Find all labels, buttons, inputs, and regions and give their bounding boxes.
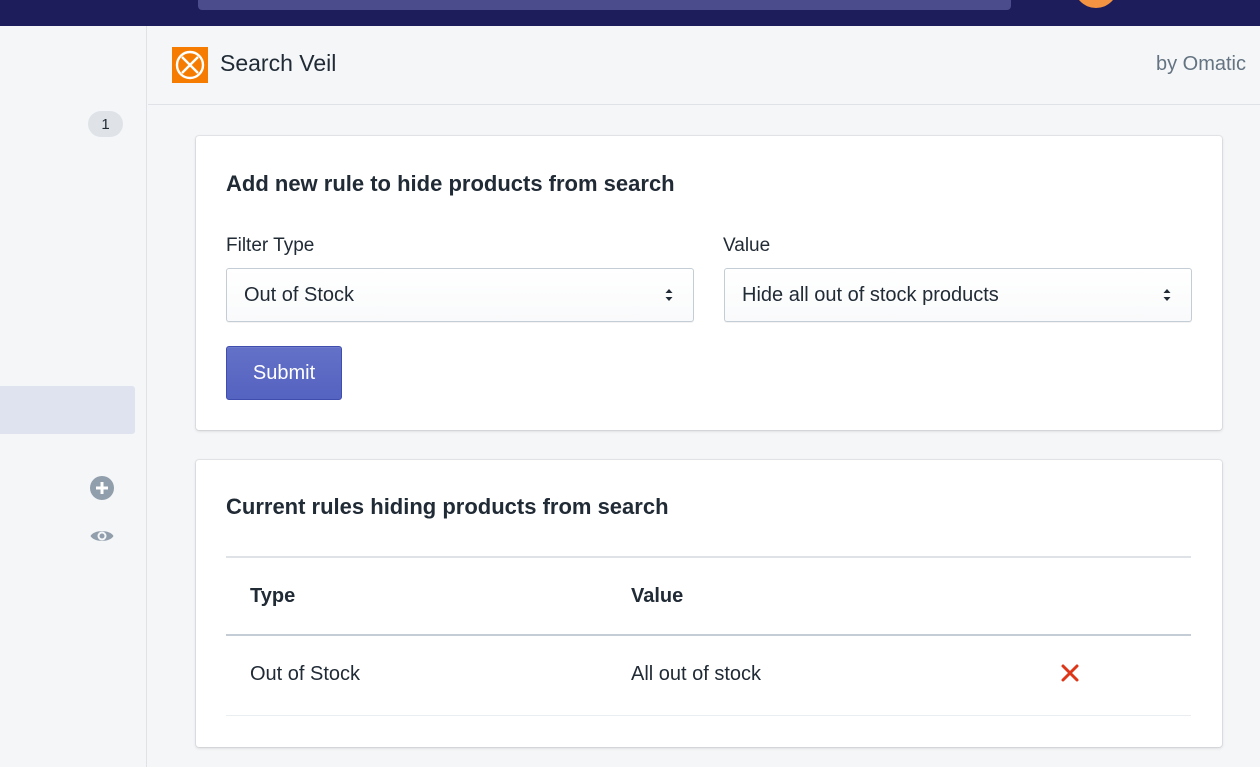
sidebar-item-active[interactable] bbox=[0, 386, 135, 434]
value-select[interactable]: Hide all out of stock products bbox=[724, 268, 1192, 322]
app-title: Search Veil bbox=[220, 50, 337, 76]
table-row: Out of Stock All out of stock bbox=[226, 636, 1191, 716]
value-select-value: Hide all out of stock products bbox=[742, 284, 999, 306]
app-logo-icon bbox=[172, 47, 208, 83]
table-header: Type Value bbox=[226, 556, 1191, 636]
filter-type-select[interactable]: Out of Stock bbox=[226, 268, 694, 322]
notification-badge: 1 bbox=[88, 111, 123, 137]
plus-circle-icon[interactable] bbox=[89, 475, 115, 501]
search-bar[interactable] bbox=[198, 0, 1011, 10]
add-rule-title: Add new rule to hide products from searc… bbox=[226, 171, 675, 196]
current-rules-title: Current rules hiding products from searc… bbox=[226, 494, 669, 519]
app-header: Search Veil by Omatic bbox=[148, 26, 1260, 105]
select-arrows-icon bbox=[663, 286, 675, 304]
eye-icon[interactable] bbox=[89, 523, 115, 549]
rule-type-cell: Out of Stock bbox=[250, 663, 361, 685]
rules-table: Type Value Out of Stock All out of stock bbox=[226, 556, 1191, 716]
select-arrows-icon bbox=[1161, 286, 1173, 304]
top-bar bbox=[0, 0, 1260, 26]
value-label: Value bbox=[723, 235, 771, 256]
add-rule-card: Add new rule to hide products from searc… bbox=[196, 136, 1222, 430]
current-rules-card: Current rules hiding products from searc… bbox=[196, 460, 1222, 747]
avatar[interactable] bbox=[1074, 0, 1118, 8]
delete-rule-icon[interactable] bbox=[1059, 662, 1081, 684]
filter-type-label: Filter Type bbox=[226, 235, 315, 256]
column-header-value: Value bbox=[631, 585, 684, 607]
rule-value-cell: All out of stock bbox=[631, 663, 762, 685]
column-header-type: Type bbox=[250, 585, 296, 607]
filter-type-value: Out of Stock bbox=[244, 284, 355, 306]
submit-button[interactable]: Submit bbox=[226, 346, 342, 400]
app-developer: by Omatic bbox=[1155, 53, 1246, 75]
sidebar: 1 bbox=[0, 26, 147, 767]
